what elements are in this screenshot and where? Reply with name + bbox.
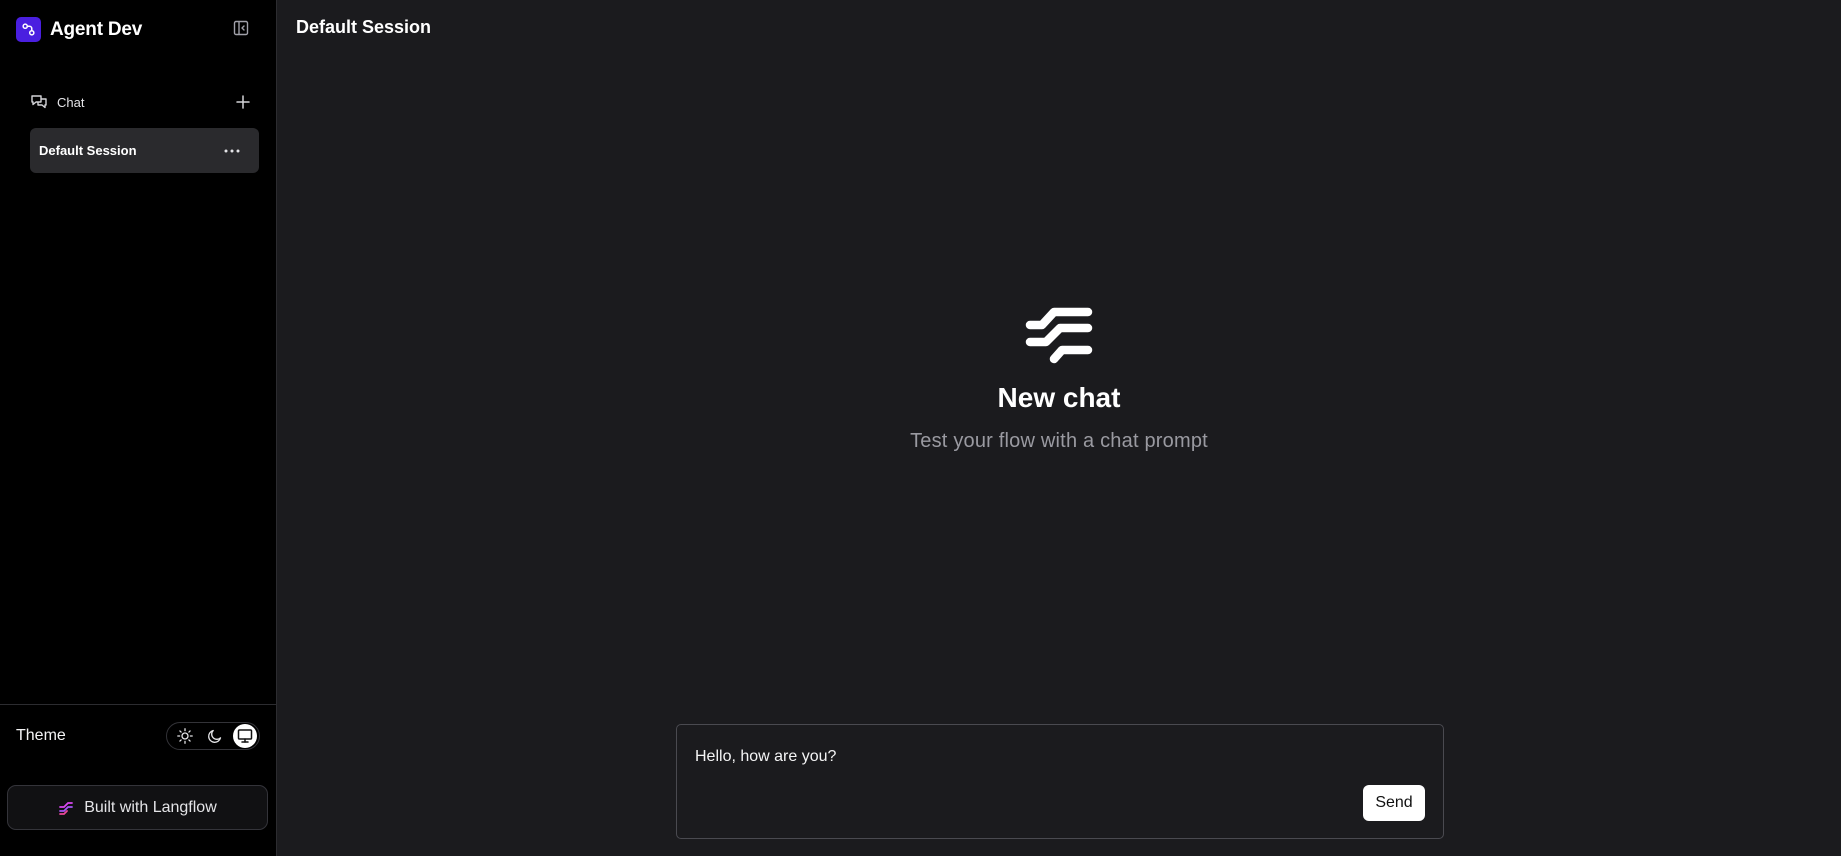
new-chat-button[interactable] (234, 93, 252, 111)
brand: Agent Dev (16, 17, 142, 42)
theme-light-button[interactable] (173, 724, 197, 748)
moon-icon (208, 729, 222, 743)
empty-state-title: New chat (997, 382, 1121, 413)
chat-input[interactable] (695, 745, 1255, 769)
built-with-label: Built with Langflow (84, 798, 217, 816)
send-button[interactable]: Send (1363, 785, 1425, 821)
theme-row: Theme (16, 722, 260, 750)
session-label: Default Session (39, 143, 137, 158)
sidebar: Agent Dev Chat Default Session Theme Bui… (0, 0, 277, 856)
session-item-default[interactable]: Default Session (30, 128, 259, 173)
sidebar-collapse-icon (233, 20, 249, 36)
theme-system-button[interactable] (233, 724, 257, 748)
chat-section-label: Chat (57, 94, 85, 110)
langflow-logo-icon (1025, 307, 1093, 364)
langflow-icon (59, 801, 74, 815)
sidebar-divider (0, 704, 277, 705)
empty-state: New chat Test your flow with a chat prom… (277, 305, 1841, 453)
theme-dark-button[interactable] (203, 724, 227, 748)
empty-state-subtitle: Test your flow with a chat prompt (910, 430, 1208, 452)
agent-logo-icon (16, 17, 41, 42)
more-horizontal-icon (224, 149, 240, 153)
app-title: Agent Dev (50, 18, 143, 40)
monitor-icon (237, 729, 253, 743)
theme-label: Theme (16, 727, 66, 744)
app-root: Agent Dev Chat Default Session Theme Bui… (0, 0, 1841, 856)
page-title: Default Session (296, 17, 432, 37)
chat-main: Default Session New chat Test your flow … (277, 0, 1841, 856)
chat-composer: Send (676, 724, 1444, 839)
session-options-button[interactable] (222, 141, 242, 161)
theme-toggle (166, 722, 260, 750)
chat-section-header: Chat (30, 92, 252, 112)
sidebar-collapse-button[interactable] (232, 19, 250, 37)
sun-icon (177, 728, 193, 744)
built-with-langflow-button[interactable]: Built with Langflow (7, 785, 268, 830)
chat-bubbles-icon (31, 95, 47, 109)
plus-icon (236, 95, 250, 109)
